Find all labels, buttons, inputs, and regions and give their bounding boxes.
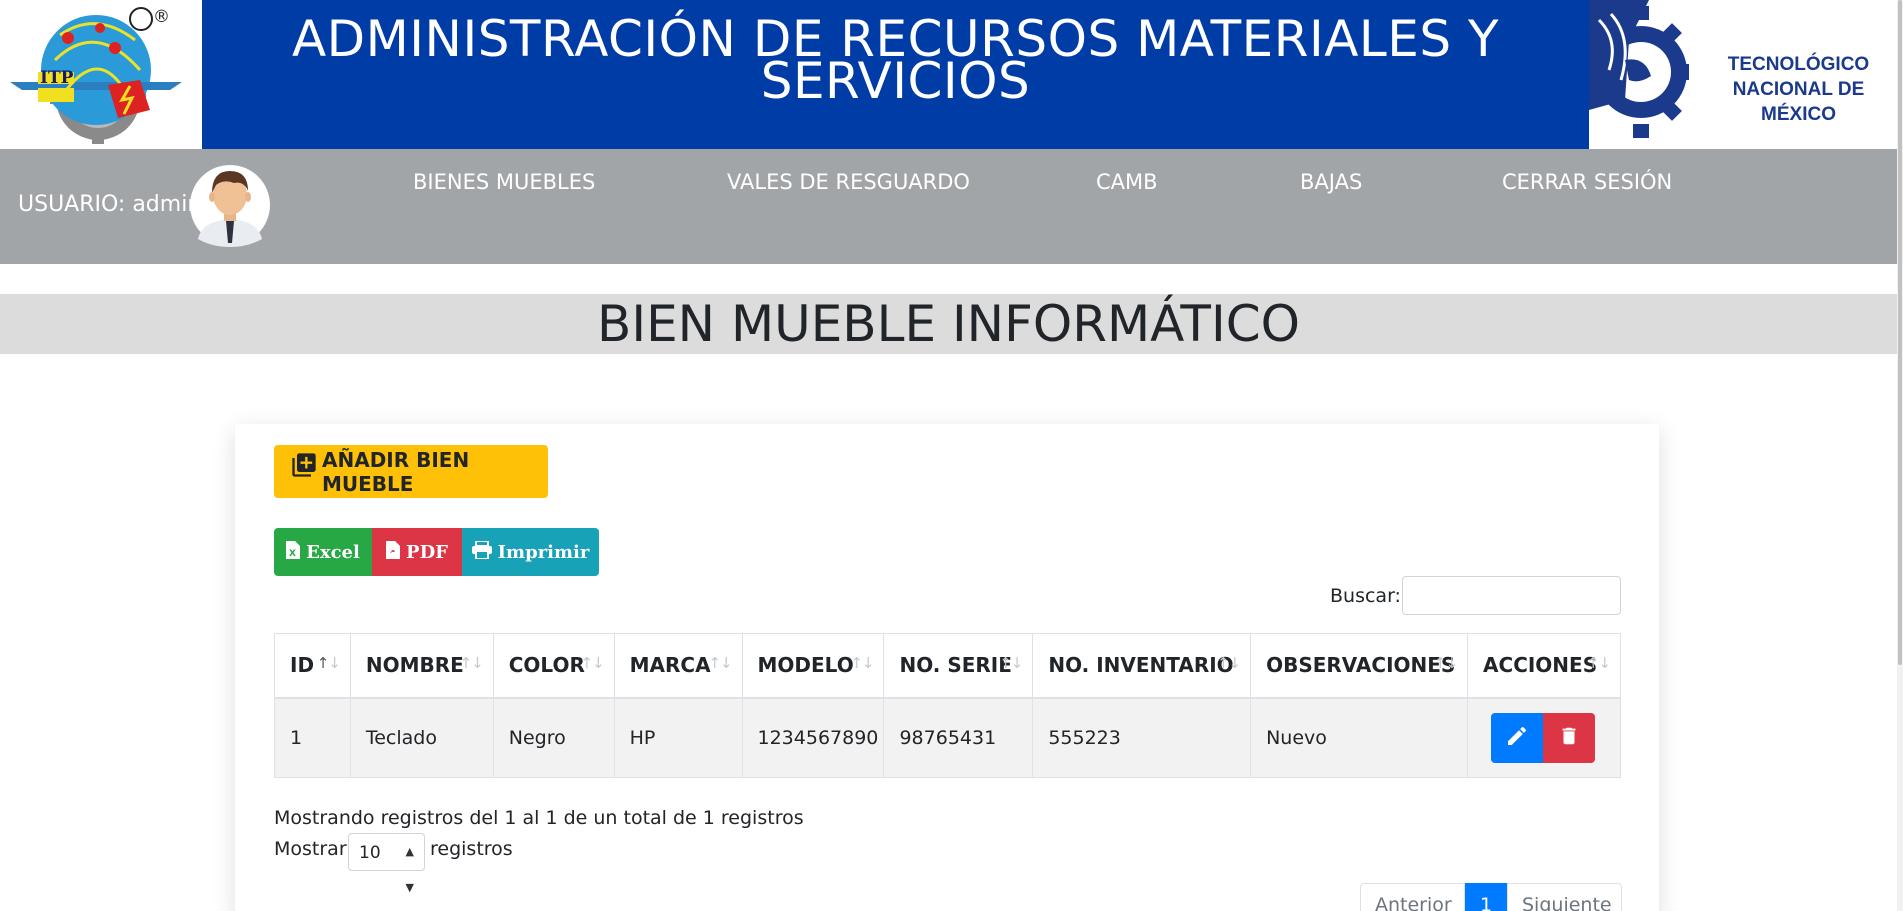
cell-no-serie: 98765431 xyxy=(883,697,1034,778)
column-header-id[interactable]: ID ↑↓ xyxy=(274,633,351,699)
page-title: BIEN MUEBLE INFORMÁTICO xyxy=(597,295,1300,353)
column-header-acciones[interactable]: ACCIONES ↑↓ xyxy=(1467,633,1621,699)
tecnm-logo-text: TECNOLÓGICO NACIONAL DE MÉXICO xyxy=(1727,54,1870,125)
cell-no-inventario: 555223 xyxy=(1032,697,1252,778)
sort-arrows-icon: ↑↓ xyxy=(459,654,484,672)
column-header-observaciones[interactable]: OBSERVACIONES ↑↓ xyxy=(1250,633,1469,699)
column-header-color[interactable]: COLOR ↑↓ xyxy=(492,633,615,699)
nav-cerrar-sesion[interactable]: CERRAR SESIÓN xyxy=(1502,170,1672,194)
add-bien-mueble-button[interactable]: AÑADIR BIEN MUEBLE xyxy=(274,445,548,498)
nav-camb[interactable]: CAMB xyxy=(1096,170,1158,194)
page-header-title: ADMINISTRACIÓN DE RECURSOS MATERIALES Y … xyxy=(291,10,1500,110)
excel-file-icon: X xyxy=(286,540,301,564)
sort-arrows-icon: ↑↓ xyxy=(1586,654,1611,672)
column-header-marca[interactable]: MARCA ↑↓ xyxy=(613,633,743,699)
column-header-nombre[interactable]: NOMBRE ↑↓ xyxy=(349,633,494,699)
sort-arrows-icon: ↑↓ xyxy=(708,654,732,672)
nav-bienes-muebles[interactable]: BIENES MUEBLES xyxy=(413,170,595,194)
export-excel-button[interactable]: X Excel xyxy=(274,528,372,576)
entries-per-page-select[interactable]: 10 ▲ ▼ xyxy=(348,833,425,894)
svg-text:X: X xyxy=(289,549,296,559)
search-label: Buscar: xyxy=(1330,585,1401,607)
excel-label: Excel xyxy=(306,541,360,563)
cell-nombre: Teclado xyxy=(349,697,494,778)
show-entries-label: Mostrar xyxy=(274,838,347,860)
sort-arrows-icon: ↑↓ xyxy=(1216,654,1241,672)
data-table: ID ↑↓ NOMBRE ↑↓ COLOR ↑↓ MARCA ↑↓ MODELO ↑↓ N… xyxy=(274,633,1621,778)
avatar xyxy=(190,163,270,247)
sort-arrows-icon: ↑↓ xyxy=(1433,654,1458,672)
show-entries-suffix: registros xyxy=(430,838,513,860)
column-header-no-serie[interactable]: NO. SERIE ↑↓ xyxy=(883,633,1034,699)
print-label: Imprimir xyxy=(497,541,590,563)
entries-per-page-value: 10 xyxy=(359,843,381,863)
pdf-file-icon xyxy=(386,540,401,564)
column-header-modelo[interactable]: MODELO ↑↓ xyxy=(741,633,885,699)
nav-bajas[interactable]: BAJAS xyxy=(1300,170,1362,194)
add-button-label: AÑADIR BIEN MUEBLE xyxy=(322,447,470,496)
sort-arrows-icon: ↑↓ xyxy=(316,654,341,672)
pencil-icon xyxy=(1505,724,1529,752)
select-caret-icon: ▲ ▼ xyxy=(405,845,414,894)
scrollbar-thumb[interactable] xyxy=(1898,0,1902,665)
pagination: Anterior 1 Siguiente xyxy=(1360,883,1622,911)
pagination-next-button[interactable]: Siguiente xyxy=(1507,883,1622,911)
user-label: USUARIO: admin xyxy=(18,192,202,217)
registered-mark: ® xyxy=(153,7,170,27)
table-header-row: ID ↑↓ NOMBRE ↑↓ COLOR ↑↓ MARCA ↑↓ MODELO ↑↓ N… xyxy=(274,633,1621,699)
itp-logo-text: ITP xyxy=(40,68,74,88)
table-row: 1 Teclado Negro HP 1234567890 98765431 5… xyxy=(274,697,1621,778)
cell-color: Negro xyxy=(492,697,615,778)
print-button[interactable]: Imprimir xyxy=(462,528,599,576)
nav-vales-de-resguardo[interactable]: VALES DE RESGUARDO xyxy=(727,170,970,194)
delete-row-button[interactable] xyxy=(1543,713,1595,763)
cell-modelo: 1234567890 xyxy=(741,697,885,778)
cell-observaciones: Nuevo xyxy=(1250,697,1469,778)
pdf-label: PDF xyxy=(406,541,448,563)
printer-icon xyxy=(471,539,492,564)
export-pdf-button[interactable]: PDF xyxy=(372,528,462,576)
itp-logo: ITP ® xyxy=(0,0,202,149)
search-input[interactable] xyxy=(1402,576,1621,615)
sort-arrows-icon: ↑↓ xyxy=(999,654,1023,672)
sort-arrows-icon: ↑↓ xyxy=(580,654,604,672)
sort-arrows-icon: ↑↓ xyxy=(850,654,874,672)
cell-marca: HP xyxy=(613,697,743,778)
pagination-page-1[interactable]: 1 xyxy=(1465,883,1507,911)
cell-id: 1 xyxy=(274,697,351,778)
add-box-icon xyxy=(290,453,318,484)
column-header-no-inventario[interactable]: NO. INVENTARIO ↑↓ xyxy=(1032,633,1252,699)
edit-row-button[interactable] xyxy=(1491,713,1543,763)
pagination-prev-button[interactable]: Anterior xyxy=(1360,883,1465,911)
main-navbar xyxy=(0,149,1897,264)
trash-icon xyxy=(1558,724,1580,752)
table-info-text: Mostrando registros del 1 al 1 de un tot… xyxy=(274,807,804,829)
